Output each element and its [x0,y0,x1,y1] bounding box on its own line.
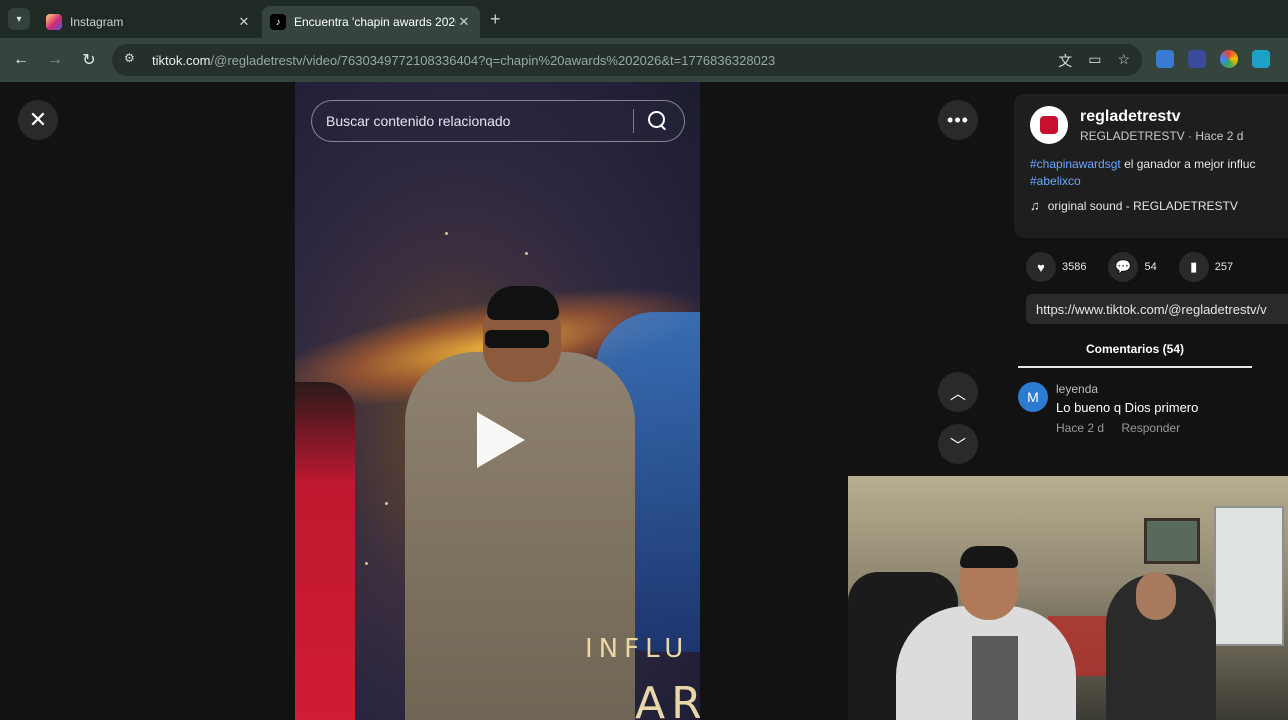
bookmark-star-icon[interactable]: ☆ [1117,51,1130,71]
save-button[interactable]: ▮ 257 [1178,252,1234,282]
translate-icon[interactable]: 文 [1058,51,1072,71]
streamer-hair [960,546,1018,568]
site-info-icon[interactable]: ⚙ [124,51,142,69]
divider [633,109,634,133]
comment-item: M leyenda Lo bueno q Dios primero Hace 2… [1018,382,1288,435]
stage-text: INFLU [585,634,690,664]
tab-tiktok[interactable]: ♪ Encuentra 'chapin awards 2026' ✕ [262,6,480,38]
tab-title: Instagram [70,15,124,29]
search-icon[interactable] [646,109,670,133]
save-count: 257 [1214,261,1234,273]
hashtag-link[interactable]: #chapinawardsgt [1030,157,1121,171]
sparkle [525,252,528,255]
sparkle [365,562,368,565]
extension-icon[interactable] [1188,50,1206,68]
like-count: 3586 [1062,261,1087,273]
like-button[interactable]: ♥ 3586 [1026,252,1086,282]
background-person-head [1136,572,1176,620]
close-tab-icon[interactable]: ✕ [456,14,472,30]
comment-username[interactable]: leyenda [1056,382,1198,396]
extension-icon[interactable] [1220,50,1238,68]
webcam-overlay [846,474,1288,720]
whiteboard [1214,506,1284,646]
man-hair [487,286,559,320]
sparkle [385,502,388,505]
author-info-card: regladetrestv REGLADETRESTV · Hace 2 d #… [1014,94,1288,238]
url-text[interactable]: tiktok.com/@regladetrestv/video/76303497… [152,53,775,68]
description-text: el ganador a mejor influc [1120,157,1256,171]
back-arrow-icon[interactable]: ← [10,49,32,71]
wall-picture [1144,518,1200,564]
extension-icon[interactable] [1252,50,1270,68]
avatar[interactable]: M [1018,382,1048,412]
extensions-area [1156,50,1270,68]
sparkle [445,232,448,235]
comment-bubble-icon: 💬 [1108,252,1139,282]
sound-link[interactable]: ♫ original sound - REGLADETRESTV [1030,198,1288,213]
music-note-icon: ♫ [1030,198,1040,213]
more-options-icon[interactable]: ••• [938,100,978,140]
forward-arrow-icon[interactable]: → [44,49,66,71]
related-search-input[interactable] [326,113,621,129]
video-details-panel: regladetrestv REGLADETRESTV · Hace 2 d #… [1014,94,1288,435]
author-subtitle: REGLADETRESTV · Hace 2 d [1080,128,1244,143]
avatar[interactable] [1030,106,1068,144]
play-icon[interactable] [477,412,525,468]
url-path: /@regladetrestv/video/763034977210833640… [210,52,776,68]
browser-toolbar: ← → ↻ ⚙ tiktok.com/@regladetrestv/video/… [0,38,1288,82]
chevron-down-icon[interactable]: ﹀ [938,424,978,464]
man-in-suit [405,352,635,720]
browser-tab-bar: ▾ Instagram ✕ ♪ Encuentra 'chapin awards… [0,0,1288,38]
presenter-in-red-dress [295,382,355,720]
stage-text: AR [635,678,700,720]
tab-instagram[interactable]: Instagram ✕ [38,6,260,38]
comment-count: 54 [1144,261,1157,273]
streamer-shirt [972,636,1018,720]
sunglasses [485,330,549,348]
channel-logo-icon [1040,116,1058,134]
instagram-icon [46,14,62,30]
comment-button[interactable]: 💬 54 [1108,252,1157,282]
tab-search-chevron-icon[interactable]: ▾ [8,8,30,30]
reload-icon[interactable]: ↻ [78,49,100,71]
extension-icon[interactable] [1156,50,1174,68]
cast-icon[interactable]: ▭ [1088,51,1101,71]
chevron-up-icon[interactable]: ︿ [938,372,978,412]
hashtag-link[interactable]: #abelixco [1030,174,1081,188]
close-icon[interactable]: ✕ [18,100,58,140]
related-search-bar[interactable] [311,100,685,142]
tab-comments[interactable]: Comentarios (54) [1018,342,1252,368]
sound-name: original sound - REGLADETRESTV [1047,198,1238,213]
tab-title: Encuentra 'chapin awards 2026' [294,15,456,29]
new-tab-plus-icon[interactable]: + [490,9,501,30]
comment-text: Lo bueno q Dios primero [1056,400,1199,415]
engagement-stats: ♥ 3586 💬 54 ▮ 257 [1014,252,1288,282]
author-username[interactable]: regladetrestv [1080,108,1243,126]
close-tab-icon[interactable]: ✕ [236,14,252,30]
video-description: #chapinawardsgt el ganador a mejor influ… [1030,156,1288,190]
video-player[interactable]: INFLU AR [295,82,700,720]
heart-icon: ♥ [1026,252,1056,282]
share-link-field[interactable]: https://www.tiktok.com/@regladetrestv/v [1026,294,1288,324]
tiktok-icon: ♪ [270,14,286,30]
address-bar[interactable]: ⚙ tiktok.com/@regladetrestv/video/763034… [112,44,1142,76]
reply-link[interactable]: Responder [1121,421,1180,435]
bookmark-icon: ▮ [1178,252,1209,282]
url-host: tiktok.com [152,52,211,68]
comment-time: Hace 2 d [1056,421,1105,435]
